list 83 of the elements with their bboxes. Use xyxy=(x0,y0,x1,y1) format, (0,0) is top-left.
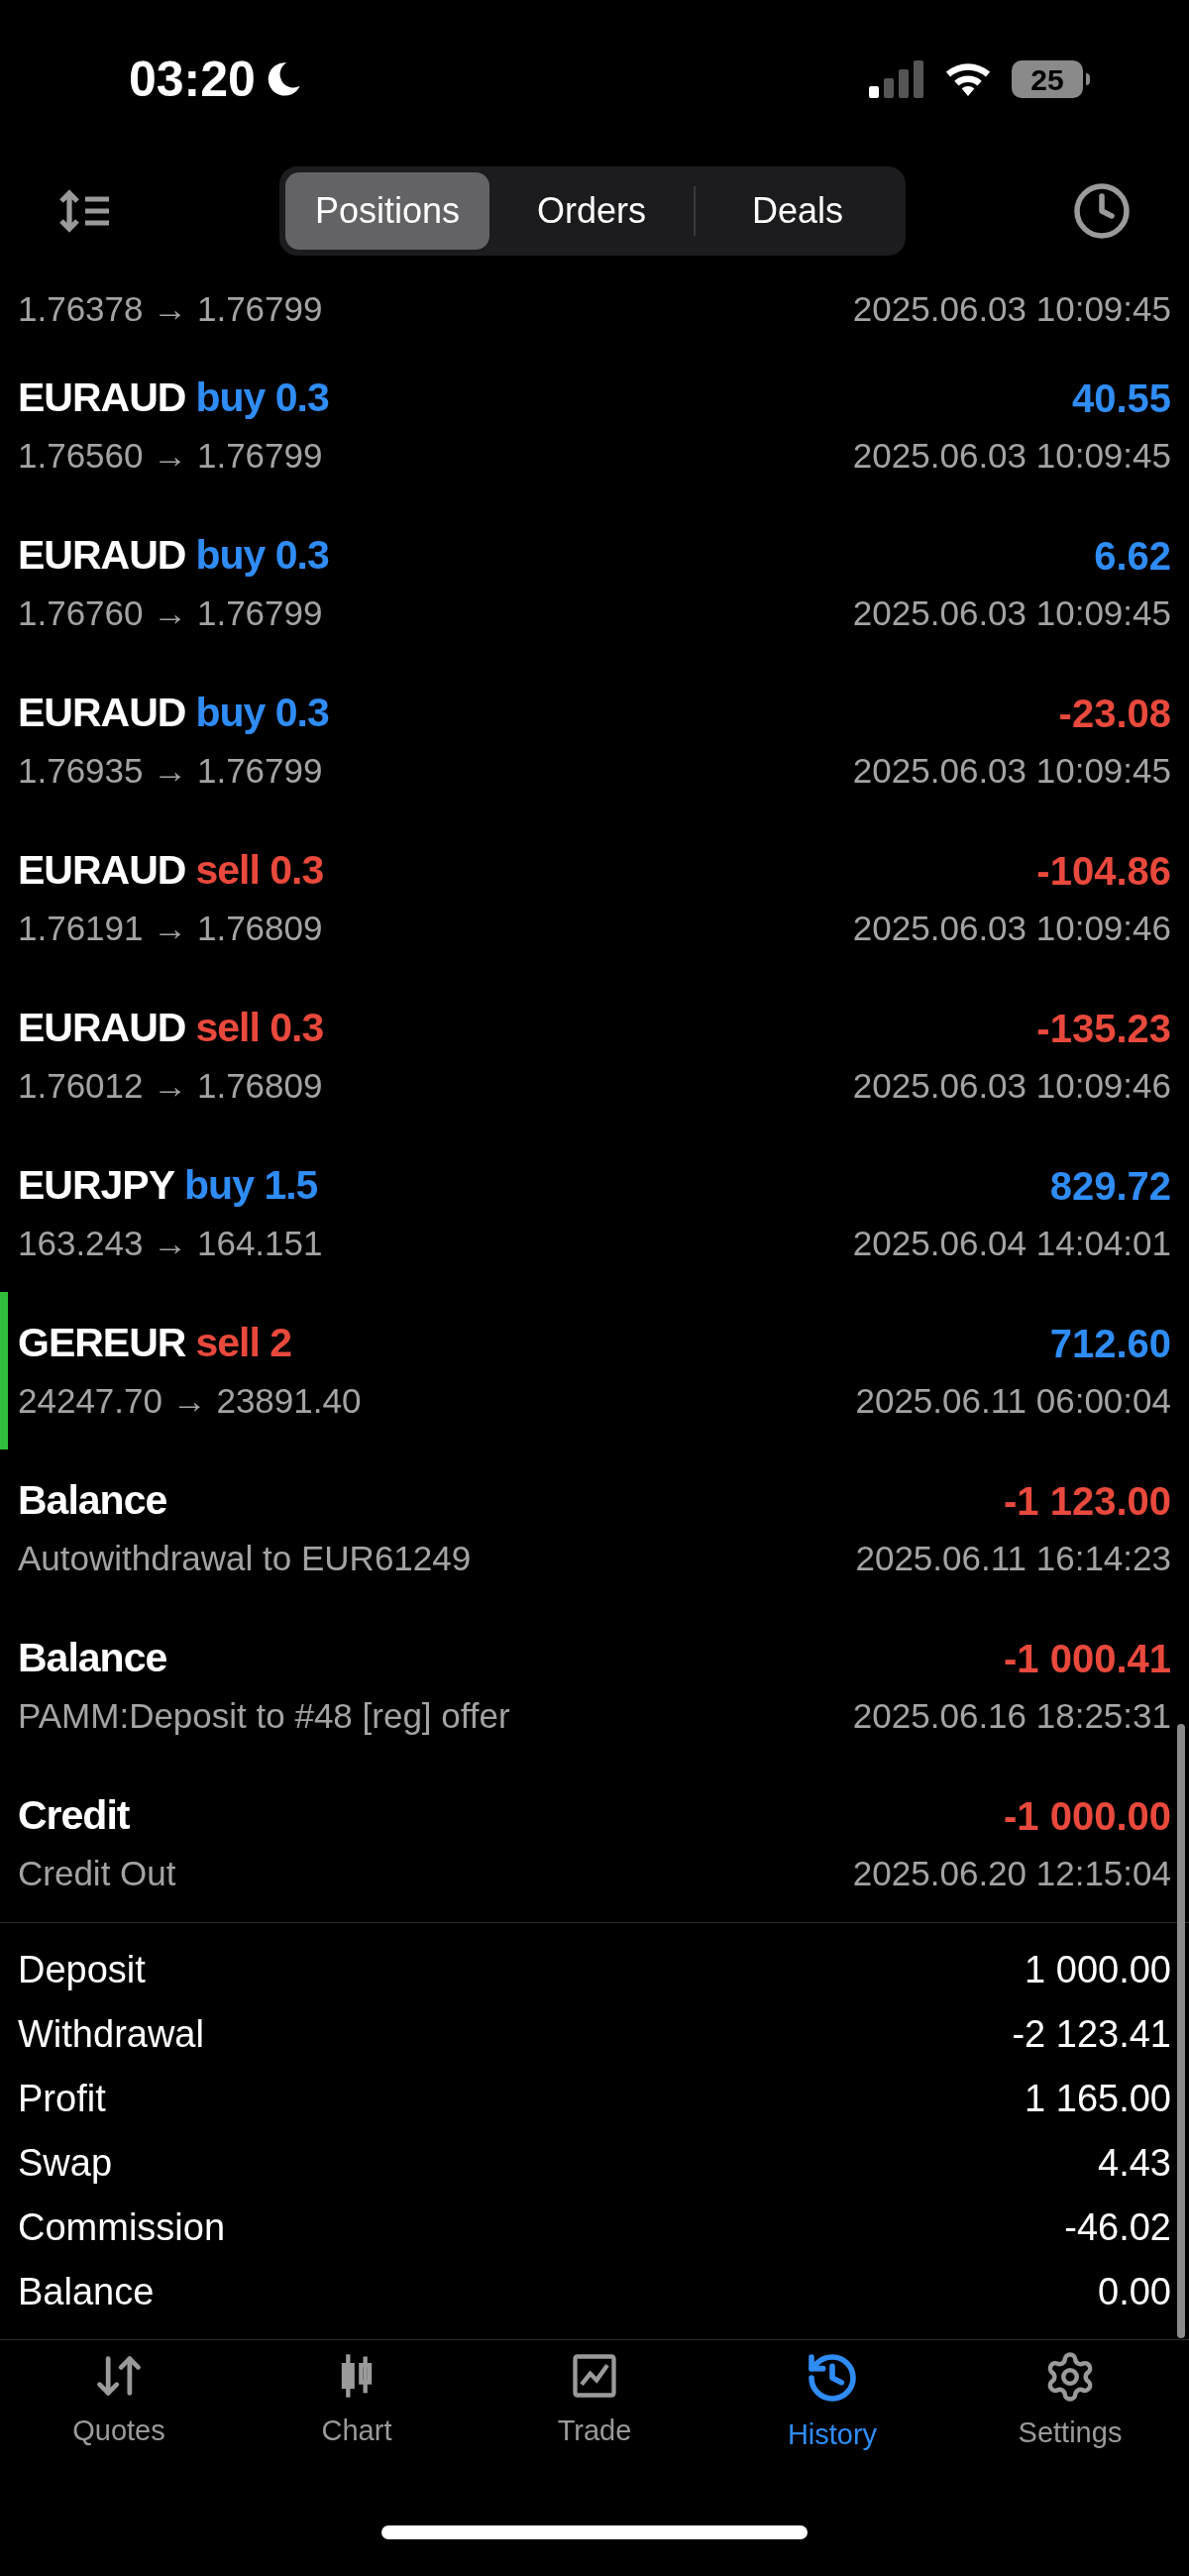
battery-indicator: 25 xyxy=(1012,60,1083,98)
amount-text: 829.72 xyxy=(1049,1162,1171,1210)
subtitle-text: 1.76560 → 1.76799 xyxy=(18,435,323,478)
time-text: 2025.06.03 10:09:46 xyxy=(852,908,1171,950)
symbol-text: EURAUD xyxy=(18,530,186,580)
time-text: 2025.06.16 18:25:31 xyxy=(852,1695,1171,1738)
time-text: 2025.06.03 10:09:45 xyxy=(852,750,1171,793)
subtitle-text: 1.76378 → 1.76799 xyxy=(18,287,323,330)
signal-icon xyxy=(869,60,924,98)
subtitle-text: 1.76760 → 1.76799 xyxy=(18,592,323,635)
amount-text: 6.62 xyxy=(1094,532,1171,580)
time-text: 2025.06.04 14:04:01 xyxy=(852,1223,1171,1265)
history-row[interactable]: GEREUR sell 2 712.60 24247.70 → 23891.40 2025.06.11 06:00:04 xyxy=(0,1292,1189,1449)
symbol-text: Balance xyxy=(18,1633,167,1682)
time-text: 2025.06.11 16:14:23 xyxy=(855,1538,1171,1580)
subtitle-text: Autowithdrawal to EUR61249 xyxy=(18,1538,472,1580)
amount-text: -135.23 xyxy=(1036,1005,1171,1052)
history-row[interactable]: EURAUD sell 0.3 -104.86 1.76191 → 1.76809 2025.06.03 10:09:46 xyxy=(0,819,1189,977)
tab-bar-item[interactable]: History xyxy=(713,2350,951,2488)
subtitle-text: 1.76012 → 1.76809 xyxy=(18,1065,323,1108)
side-text: buy 0.3 xyxy=(195,688,329,737)
amount-text: -1 000.00 xyxy=(1003,1792,1171,1840)
side-text: sell 0.3 xyxy=(195,845,324,895)
summary-label: Withdrawal xyxy=(18,2012,204,2057)
amount-text: -1 123.00 xyxy=(1003,1477,1171,1525)
history-row[interactable]: Credit -1 000.00 Credit Out 2025.06.20 12:15:04 xyxy=(0,1765,1189,1922)
amount-text: 40.55 xyxy=(1071,375,1171,422)
history-row[interactable]: Balance -1 000.41 PAMM:Deposit to #48 [reg] offer 2025.06.16 18:25:31 xyxy=(0,1607,1189,1765)
amount-text: 712.60 xyxy=(1049,1320,1171,1367)
tab-bar-item[interactable]: Quotes xyxy=(0,2350,238,2488)
side-text: sell 0.3 xyxy=(195,1003,324,1052)
history-row[interactable]: Balance -1 123.00 Autowithdrawal to EUR61249 2025.06.11 16:14:23 xyxy=(0,1449,1189,1607)
clock-icon[interactable] xyxy=(1072,181,1132,241)
subtitle-text: 163.243 → 164.151 xyxy=(18,1223,323,1265)
amount-text: -23.08 xyxy=(1058,690,1171,737)
symbol-text: EURAUD xyxy=(18,688,186,737)
subtitle-text: 1.76935 → 1.76799 xyxy=(18,750,323,793)
time-text: 2025.06.03 10:09:46 xyxy=(852,1065,1171,1108)
summary-value: -2 123.41 xyxy=(1012,2012,1171,2057)
segment-tab[interactable]: Orders xyxy=(489,172,694,250)
summary-value: 4.43 xyxy=(1098,2141,1171,2186)
summary-label: Balance xyxy=(18,2270,155,2314)
tab-bar-item[interactable]: Trade xyxy=(476,2350,713,2488)
subtitle-text: PAMM:Deposit to #48 [reg] offer xyxy=(18,1695,510,1738)
symbol-text: Balance xyxy=(18,1475,167,1525)
history-row[interactable]: EURAUD buy 0.3 40.55 1.76560 → 1.76799 2025.06.03 10:09:45 xyxy=(0,347,1189,504)
side-text: buy 0.3 xyxy=(195,530,329,580)
summary-label: Profit xyxy=(18,2077,106,2121)
subtitle-text: 1.76191 → 1.76809 xyxy=(18,908,323,950)
symbol-text: EURAUD xyxy=(18,845,186,895)
amount-text: -1 000.41 xyxy=(1003,1635,1171,1682)
history-row[interactable]: EURAUD buy 0.3 -23.08 1.76935 → 1.76799 2025.06.03 10:09:45 xyxy=(0,662,1189,819)
history-row[interactable]: EURAUD sell 0.3 -135.23 1.76012 → 1.76809 2025.06.03 10:09:46 xyxy=(0,977,1189,1134)
summary-value: 0.00 xyxy=(1098,2270,1171,2314)
clock-time: 03:20 xyxy=(129,50,256,109)
subtitle-text: Credit Out xyxy=(18,1853,176,1895)
time-text: 2025.06.11 06:00:04 xyxy=(855,1380,1171,1423)
amount-text: -104.86 xyxy=(1036,847,1171,895)
subtitle-text: 24247.70 → 23891.40 xyxy=(18,1380,362,1423)
summary-value: 1 000.00 xyxy=(1025,1948,1171,1992)
side-text: buy 0.3 xyxy=(195,373,329,422)
history-row[interactable]: EURAUD buy 0.3 6.62 1.76760 → 1.76799 2025.06.03 10:09:45 xyxy=(0,504,1189,662)
symbol-text: EURAUD xyxy=(18,373,186,422)
summary-label: Swap xyxy=(18,2141,113,2186)
time-text: 2025.06.03 10:09:45 xyxy=(852,435,1171,478)
symbol-text: EURJPY xyxy=(18,1160,175,1210)
history-row[interactable]: EURJPY buy 1.5 829.72 163.243 → 164.151 2025.06.04 14:04:01 xyxy=(0,1134,1189,1292)
summary-value: -46.02 xyxy=(1064,2205,1171,2250)
segment-tab[interactable]: Positions xyxy=(285,172,489,250)
tab-bar-item[interactable]: Settings xyxy=(951,2350,1189,2488)
symbol-text: EURAUD xyxy=(18,1003,186,1052)
tab-bar-item[interactable]: Chart xyxy=(238,2350,476,2488)
summary-label: Commission xyxy=(18,2205,226,2250)
time-text: 2025.06.03 10:09:45 xyxy=(852,287,1171,330)
segment-tab[interactable]: Deals xyxy=(696,172,900,250)
symbol-text: GEREUR xyxy=(18,1318,186,1367)
symbol-text: Credit xyxy=(18,1790,130,1840)
time-text: 2025.06.03 10:09:45 xyxy=(852,592,1171,635)
summary-label: Deposit xyxy=(18,1948,146,1992)
summary-value: 1 165.00 xyxy=(1025,2077,1171,2121)
side-text: buy 1.5 xyxy=(184,1160,318,1210)
time-text: 2025.06.20 12:15:04 xyxy=(852,1853,1171,1895)
side-text: sell 2 xyxy=(195,1318,292,1367)
